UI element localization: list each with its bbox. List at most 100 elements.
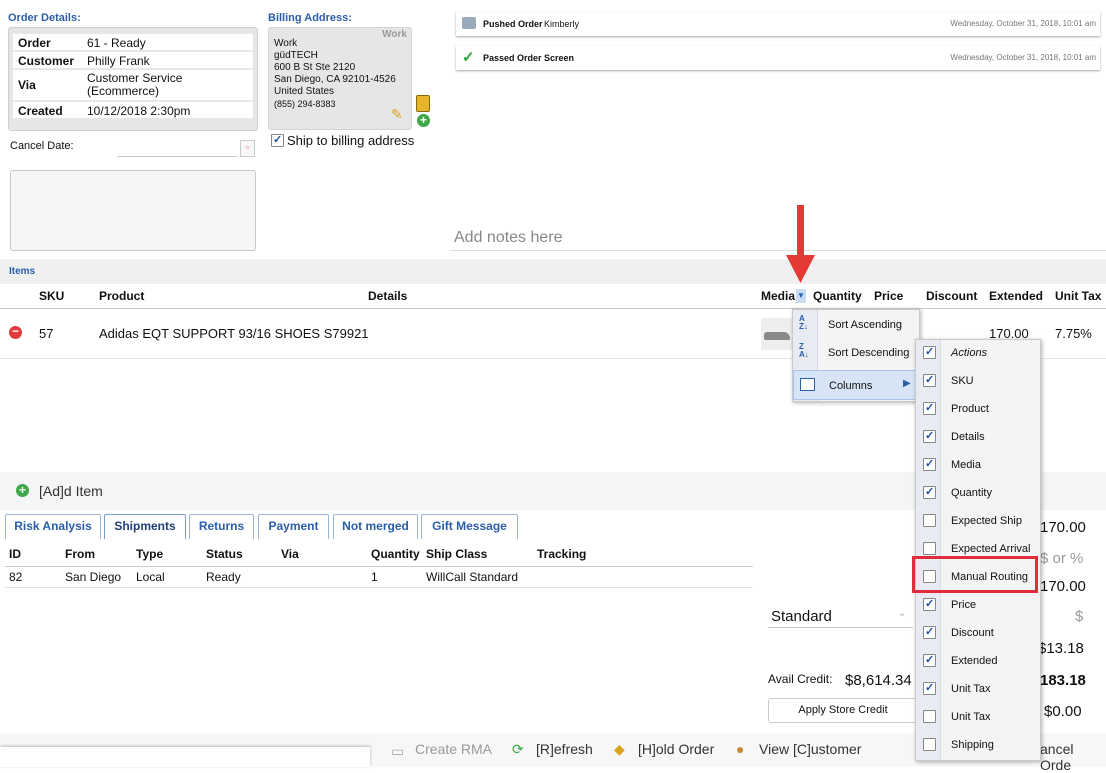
ship-status: Ready — [206, 570, 241, 584]
shipping-method-select[interactable]: Standard — [771, 608, 832, 625]
column-checkbox[interactable] — [923, 681, 936, 695]
created-row: Created 10/12/2018 2:30pm — [13, 102, 253, 118]
menu-item-sort-descending[interactable]: Z A↓ Sort Descending — [797, 341, 923, 363]
column-option[interactable]: Details — [916, 429, 1040, 452]
col-header-extended[interactable]: Extended — [989, 289, 1043, 303]
cancel-date-input[interactable] — [117, 156, 237, 157]
create-rma-button[interactable]: Create RMA — [415, 741, 492, 757]
notes-input[interactable]: Add notes here — [454, 229, 563, 247]
column-checkbox[interactable] — [923, 738, 936, 751]
column-option[interactable]: Product — [916, 401, 1040, 424]
column-option[interactable]: Media — [916, 457, 1040, 480]
tab-risk-analysis[interactable]: Risk Analysis — [5, 514, 101, 539]
ship-id[interactable]: 82 — [9, 570, 22, 584]
refresh-button[interactable]: [R]efresh — [536, 741, 593, 757]
column-option[interactable]: Discount — [916, 625, 1040, 648]
column-option-label: Unit Tax — [951, 683, 991, 695]
column-checkbox[interactable] — [923, 485, 936, 499]
column-checkbox[interactable] — [923, 345, 936, 359]
tab-returns[interactable]: Returns — [189, 514, 254, 539]
hold-order-button[interactable]: [H]old Order — [638, 741, 714, 757]
column-option[interactable]: Actions — [916, 345, 1040, 368]
add-item-icon[interactable]: + — [16, 484, 29, 497]
items-title: Items — [9, 266, 36, 277]
cancel-order-button[interactable]: ancel Orde — [1040, 741, 1106, 773]
column-option[interactable]: Shipping — [916, 738, 1040, 760]
col-header-discount[interactable]: Discount — [926, 289, 977, 303]
col-header-sku[interactable]: SKU — [39, 289, 64, 303]
order-value: 61 - Ready — [87, 36, 146, 50]
arrow-head — [786, 255, 815, 283]
col-header-product[interactable]: Product — [99, 289, 144, 303]
remove-item-icon[interactable]: − — [9, 325, 22, 339]
column-menu-dropdown-icon[interactable]: ▼ — [796, 289, 806, 303]
column-context-menu: A Z↓ Sort Ascending Z A↓ Sort Descending C… — [792, 309, 920, 402]
apply-store-credit-button[interactable]: Apply Store Credit — [768, 698, 918, 723]
column-option[interactable]: Expected Ship — [916, 514, 1040, 536]
col-header-details[interactable]: Details — [368, 289, 407, 303]
customer-row: Customer Philly Frank — [13, 52, 253, 68]
column-option-label: Media — [951, 459, 981, 471]
column-checkbox[interactable] — [923, 625, 936, 639]
customer-value[interactable]: Philly Frank — [87, 54, 150, 68]
column-checkbox[interactable] — [923, 597, 936, 611]
ship-row-divider — [5, 587, 753, 588]
column-option[interactable]: Quantity — [916, 485, 1040, 508]
column-checkbox[interactable] — [923, 373, 936, 387]
col-header-media[interactable]: Media — [761, 289, 795, 303]
add-address-icon[interactable]: + — [417, 114, 430, 127]
ship-col-status: Status — [206, 547, 243, 561]
product-image — [761, 318, 793, 350]
tab-gift-message[interactable]: Gift Message — [421, 514, 518, 539]
address-book-icon[interactable] — [416, 95, 430, 112]
header-divider — [0, 308, 1106, 309]
column-checkbox[interactable] — [923, 542, 936, 555]
ship-header-divider — [5, 566, 753, 567]
edit-pencil-icon[interactable]: ✎ — [391, 107, 403, 121]
column-option[interactable]: Unit Tax — [916, 710, 1040, 732]
order-notes-textarea[interactable] — [10, 170, 256, 251]
ship-to-billing-checkbox[interactable] — [271, 133, 284, 147]
address-line: United States — [274, 86, 335, 97]
menu-item-sort-ascending[interactable]: A Z↓ Sort Ascending — [797, 313, 923, 335]
shipping-amount-input[interactable]: $ — [1075, 608, 1083, 625]
tab-shipments[interactable]: Shipments — [104, 514, 186, 539]
col-header-quantity[interactable]: Quantity — [813, 289, 862, 303]
item-product[interactable]: Adidas EQT SUPPORT 93/16 SHOES S79921 — [99, 326, 369, 341]
tab-payment[interactable]: Payment — [258, 514, 329, 539]
discount-input[interactable]: $ or % — [1040, 550, 1083, 567]
tax-value: $13.18 — [1038, 640, 1084, 657]
column-checkbox[interactable] — [923, 710, 936, 723]
view-customer-button[interactable]: View [C]ustomer — [759, 741, 861, 757]
column-checkbox[interactable] — [923, 401, 936, 415]
columns-icon — [800, 378, 815, 391]
activity-item: ✓ Passed Order Screen Wednesday, October… — [456, 46, 1100, 70]
ship-col-id: ID — [9, 547, 21, 561]
column-option[interactable]: Extended — [916, 653, 1040, 676]
order-row: Order 61 - Ready — [13, 34, 253, 50]
column-option[interactable]: SKU — [916, 373, 1040, 396]
col-header-unit-tax[interactable]: Unit Tax — [1055, 289, 1101, 303]
activity-title: Pushed Order — [483, 19, 543, 29]
column-checkbox[interactable] — [923, 653, 936, 667]
col-header-price[interactable]: Price — [874, 289, 903, 303]
column-option[interactable]: Unit Tax — [916, 681, 1040, 704]
tab-not-merged[interactable]: Not merged — [333, 514, 418, 539]
column-checkbox[interactable] — [923, 457, 936, 471]
chevron-down-icon[interactable]: ⌄ — [898, 608, 906, 619]
order-details-box: Order 61 - Ready Customer Philly Frank V… — [8, 27, 258, 131]
column-checkbox[interactable] — [923, 429, 936, 443]
column-option-label: Price — [951, 599, 977, 611]
menu-item-columns[interactable]: Columns ▶ — [793, 370, 919, 400]
column-option-label: Expected Arrival — [951, 543, 1031, 555]
column-option-label: Extended — [951, 655, 998, 667]
column-checkbox[interactable] — [923, 514, 936, 527]
add-item-button[interactable]: [Ad]d Item — [39, 483, 103, 499]
billing-address-card[interactable]: Work Work güdTECH 600 B St Ste 2120 San … — [268, 27, 412, 130]
column-option-label: Product — [951, 403, 989, 415]
submenu-arrow-icon: ▶ — [903, 378, 911, 389]
notes-underline — [450, 250, 1106, 251]
calendar-icon[interactable]: ▫ — [240, 140, 255, 157]
column-option[interactable]: Price — [916, 597, 1040, 620]
cancel-date-label: Cancel Date: — [10, 140, 74, 152]
